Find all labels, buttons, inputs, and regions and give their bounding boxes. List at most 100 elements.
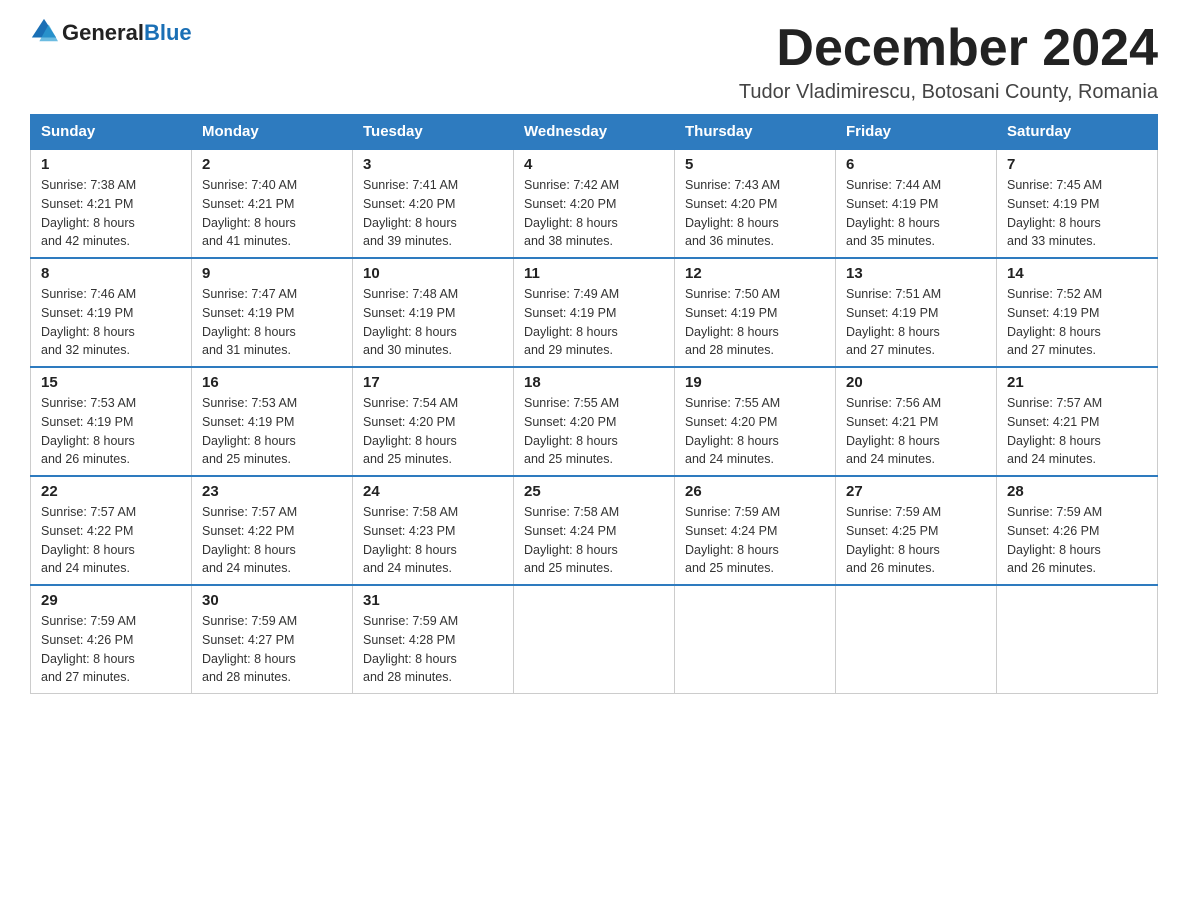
day-number: 8	[41, 265, 181, 282]
weekday-header-sunday: Sunday	[31, 115, 192, 150]
day-info: Sunrise: 7:51 AMSunset: 4:19 PMDaylight:…	[846, 285, 986, 360]
empty-cell	[675, 585, 836, 694]
day-info: Sunrise: 7:45 AMSunset: 4:19 PMDaylight:…	[1007, 176, 1147, 251]
day-number: 17	[363, 374, 503, 391]
day-cell-13: 13 Sunrise: 7:51 AMSunset: 4:19 PMDayligh…	[836, 258, 997, 367]
day-info: Sunrise: 7:57 AMSunset: 4:21 PMDaylight:…	[1007, 394, 1147, 469]
day-number: 18	[524, 374, 664, 391]
day-number: 30	[202, 592, 342, 609]
day-number: 1	[41, 156, 181, 173]
day-info: Sunrise: 7:59 AMSunset: 4:25 PMDaylight:…	[846, 503, 986, 578]
day-number: 26	[685, 483, 825, 500]
day-cell-11: 11 Sunrise: 7:49 AMSunset: 4:19 PMDayligh…	[514, 258, 675, 367]
day-cell-6: 6 Sunrise: 7:44 AMSunset: 4:19 PMDaylight…	[836, 149, 997, 258]
day-info: Sunrise: 7:59 AMSunset: 4:26 PMDaylight:…	[1007, 503, 1147, 578]
day-cell-23: 23 Sunrise: 7:57 AMSunset: 4:22 PMDayligh…	[192, 476, 353, 585]
day-cell-15: 15 Sunrise: 7:53 AMSunset: 4:19 PMDayligh…	[31, 367, 192, 476]
day-number: 3	[363, 156, 503, 173]
weekday-header-wednesday: Wednesday	[514, 115, 675, 150]
day-cell-18: 18 Sunrise: 7:55 AMSunset: 4:20 PMDayligh…	[514, 367, 675, 476]
day-info: Sunrise: 7:59 AMSunset: 4:24 PMDaylight:…	[685, 503, 825, 578]
day-info: Sunrise: 7:55 AMSunset: 4:20 PMDaylight:…	[524, 394, 664, 469]
day-info: Sunrise: 7:52 AMSunset: 4:19 PMDaylight:…	[1007, 285, 1147, 360]
day-cell-27: 27 Sunrise: 7:59 AMSunset: 4:25 PMDayligh…	[836, 476, 997, 585]
day-number: 6	[846, 156, 986, 173]
day-number: 24	[363, 483, 503, 500]
day-cell-31: 31Sunrise: 7:59 AMSunset: 4:28 PMDayligh…	[353, 585, 514, 694]
day-cell-30: 30 Sunrise: 7:59 AMSunset: 4:27 PMDayligh…	[192, 585, 353, 694]
day-info: Sunrise: 7:46 AMSunset: 4:19 PMDaylight:…	[41, 285, 181, 360]
day-number: 19	[685, 374, 825, 391]
day-cell-28: 28 Sunrise: 7:59 AMSunset: 4:26 PMDayligh…	[997, 476, 1158, 585]
page-header: GeneralBlue December 2024 Tudor Vladimir…	[30, 20, 1158, 104]
day-number: 31	[363, 592, 503, 609]
day-info: Sunrise: 7:56 AMSunset: 4:21 PMDaylight:…	[846, 394, 986, 469]
day-cell-1: 1Sunrise: 7:38 AMSunset: 4:21 PMDaylight…	[31, 149, 192, 258]
day-number: 20	[846, 374, 986, 391]
day-info: Sunrise: 7:58 AMSunset: 4:24 PMDaylight:…	[524, 503, 664, 578]
day-number: 5	[685, 156, 825, 173]
day-info: Sunrise: 7:47 AMSunset: 4:19 PMDaylight:…	[202, 285, 342, 360]
day-number: 16	[202, 374, 342, 391]
logo-general: General	[62, 20, 144, 45]
day-number: 23	[202, 483, 342, 500]
day-cell-3: 3 Sunrise: 7:41 AMSunset: 4:20 PMDaylight…	[353, 149, 514, 258]
day-info: Sunrise: 7:57 AMSunset: 4:22 PMDaylight:…	[202, 503, 342, 578]
day-number: 2	[202, 156, 342, 173]
day-cell-16: 16 Sunrise: 7:53 AMSunset: 4:19 PMDayligh…	[192, 367, 353, 476]
day-info: Sunrise: 7:58 AMSunset: 4:23 PMDaylight:…	[363, 503, 503, 578]
day-cell-9: 9Sunrise: 7:47 AMSunset: 4:19 PMDaylight…	[192, 258, 353, 367]
day-info: Sunrise: 7:53 AMSunset: 4:19 PMDaylight:…	[202, 394, 342, 469]
day-number: 21	[1007, 374, 1147, 391]
logo-icon	[30, 17, 58, 45]
logo-blue: Blue	[144, 20, 192, 45]
day-number: 22	[41, 483, 181, 500]
week-row-3: 15 Sunrise: 7:53 AMSunset: 4:19 PMDayligh…	[31, 367, 1158, 476]
logo: GeneralBlue	[30, 20, 192, 46]
day-number: 25	[524, 483, 664, 500]
day-info: Sunrise: 7:57 AMSunset: 4:22 PMDaylight:…	[41, 503, 181, 578]
day-cell-24: 24 Sunrise: 7:58 AMSunset: 4:23 PMDayligh…	[353, 476, 514, 585]
day-cell-29: 29 Sunrise: 7:59 AMSunset: 4:26 PMDayligh…	[31, 585, 192, 694]
month-title: December 2024	[739, 20, 1158, 77]
day-cell-8: 8 Sunrise: 7:46 AMSunset: 4:19 PMDaylight…	[31, 258, 192, 367]
empty-cell	[514, 585, 675, 694]
empty-cell	[997, 585, 1158, 694]
day-number: 27	[846, 483, 986, 500]
weekday-header-friday: Friday	[836, 115, 997, 150]
week-row-2: 8 Sunrise: 7:46 AMSunset: 4:19 PMDaylight…	[31, 258, 1158, 367]
day-cell-5: 5 Sunrise: 7:43 AMSunset: 4:20 PMDaylight…	[675, 149, 836, 258]
day-number: 14	[1007, 265, 1147, 282]
day-number: 12	[685, 265, 825, 282]
day-number: 7	[1007, 156, 1147, 173]
weekday-header-thursday: Thursday	[675, 115, 836, 150]
day-cell-4: 4Sunrise: 7:42 AMSunset: 4:20 PMDaylight…	[514, 149, 675, 258]
day-number: 10	[363, 265, 503, 282]
day-number: 28	[1007, 483, 1147, 500]
day-cell-21: 21 Sunrise: 7:57 AMSunset: 4:21 PMDayligh…	[997, 367, 1158, 476]
day-info: Sunrise: 7:41 AMSunset: 4:20 PMDaylight:…	[363, 176, 503, 251]
week-row-4: 22 Sunrise: 7:57 AMSunset: 4:22 PMDayligh…	[31, 476, 1158, 585]
day-number: 15	[41, 374, 181, 391]
title-block: December 2024 Tudor Vladimirescu, Botosa…	[739, 20, 1158, 104]
day-number: 11	[524, 265, 664, 282]
day-info: Sunrise: 7:53 AMSunset: 4:19 PMDaylight:…	[41, 394, 181, 469]
day-info: Sunrise: 7:59 AMSunset: 4:26 PMDaylight:…	[41, 612, 181, 687]
day-info: Sunrise: 7:48 AMSunset: 4:19 PMDaylight:…	[363, 285, 503, 360]
day-cell-12: 12 Sunrise: 7:50 AMSunset: 4:19 PMDayligh…	[675, 258, 836, 367]
day-info: Sunrise: 7:43 AMSunset: 4:20 PMDaylight:…	[685, 176, 825, 251]
week-row-1: 1Sunrise: 7:38 AMSunset: 4:21 PMDaylight…	[31, 149, 1158, 258]
day-cell-19: 19 Sunrise: 7:55 AMSunset: 4:20 PMDayligh…	[675, 367, 836, 476]
day-info: Sunrise: 7:50 AMSunset: 4:19 PMDaylight:…	[685, 285, 825, 360]
day-cell-2: 2Sunrise: 7:40 AMSunset: 4:21 PMDaylight…	[192, 149, 353, 258]
day-number: 13	[846, 265, 986, 282]
day-info: Sunrise: 7:44 AMSunset: 4:19 PMDaylight:…	[846, 176, 986, 251]
day-info: Sunrise: 7:55 AMSunset: 4:20 PMDaylight:…	[685, 394, 825, 469]
day-cell-26: 26 Sunrise: 7:59 AMSunset: 4:24 PMDayligh…	[675, 476, 836, 585]
weekday-header-row: SundayMondayTuesdayWednesdayThursdayFrid…	[31, 115, 1158, 150]
day-number: 29	[41, 592, 181, 609]
day-info: Sunrise: 7:49 AMSunset: 4:19 PMDaylight:…	[524, 285, 664, 360]
day-info: Sunrise: 7:59 AMSunset: 4:27 PMDaylight:…	[202, 612, 342, 687]
weekday-header-tuesday: Tuesday	[353, 115, 514, 150]
weekday-header-monday: Monday	[192, 115, 353, 150]
